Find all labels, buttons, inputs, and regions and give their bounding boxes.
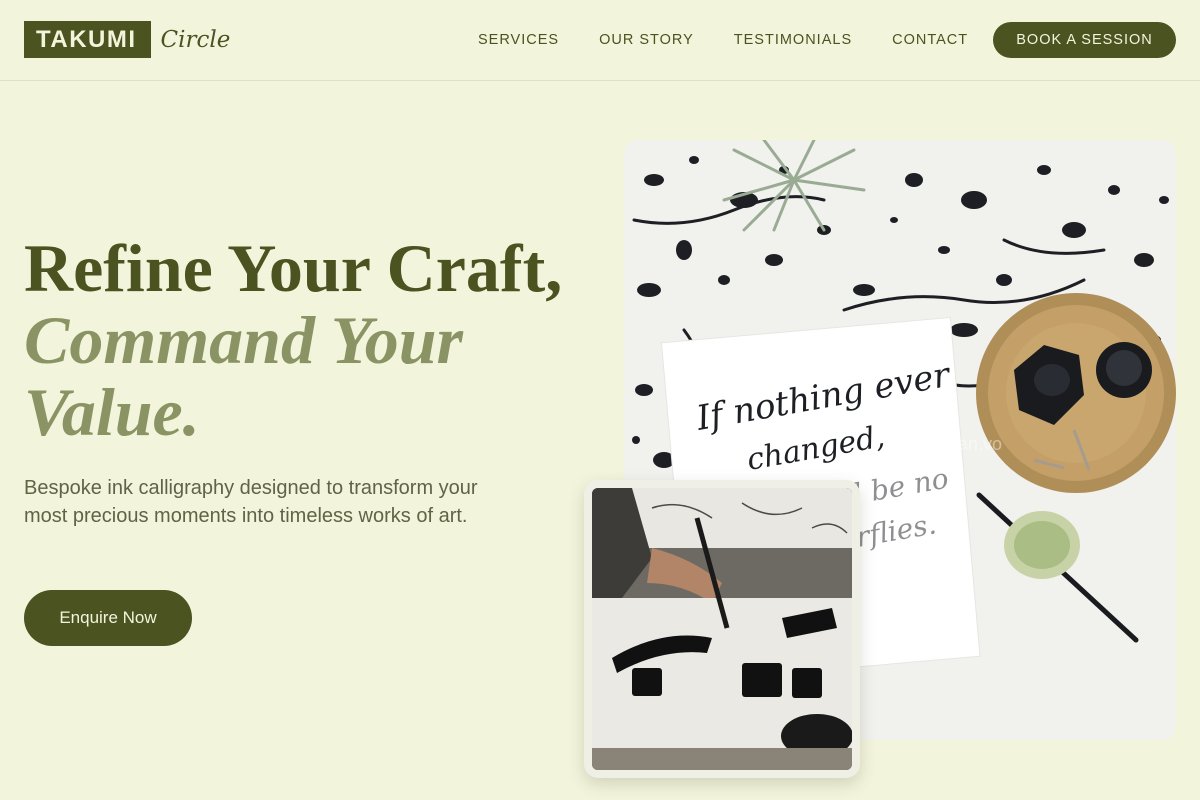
watermark-text: artisan.vo: [924, 434, 1002, 454]
nav-services[interactable]: SERVICES: [478, 32, 559, 48]
logo[interactable]: TAKUMI Circle: [24, 21, 230, 58]
main-nav: SERVICES OUR STORY TESTIMONIALS CONTACT: [478, 32, 1008, 48]
enquire-now-button[interactable]: Enquire Now: [24, 590, 192, 646]
hero-title-line2a: Command Your: [24, 302, 464, 378]
nav-contact[interactable]: CONTACT: [892, 32, 968, 48]
hero-title: Refine Your Craft, Command Your Value.: [24, 232, 584, 448]
hero-title-line1: Refine Your Craft,: [24, 230, 563, 306]
nav-our-story[interactable]: OUR STORY: [599, 32, 694, 48]
brush-calligraphy-photo: [592, 488, 852, 770]
hero-title-line2b: Value.: [24, 374, 200, 450]
hero-description: Bespoke ink calligraphy designed to tran…: [24, 477, 478, 527]
logo-wordmark: TAKUMI: [24, 21, 151, 58]
logo-script: Circle: [160, 26, 231, 53]
nav-testimonials[interactable]: TESTIMONIALS: [734, 32, 852, 48]
book-session-button[interactable]: BOOK A SESSION: [993, 22, 1176, 58]
site-header: TAKUMI Circle SERVICES OUR STORY TESTIMO…: [0, 0, 1200, 81]
brush-writing-illustration: [592, 488, 852, 770]
secondary-image-frame: [584, 480, 860, 778]
